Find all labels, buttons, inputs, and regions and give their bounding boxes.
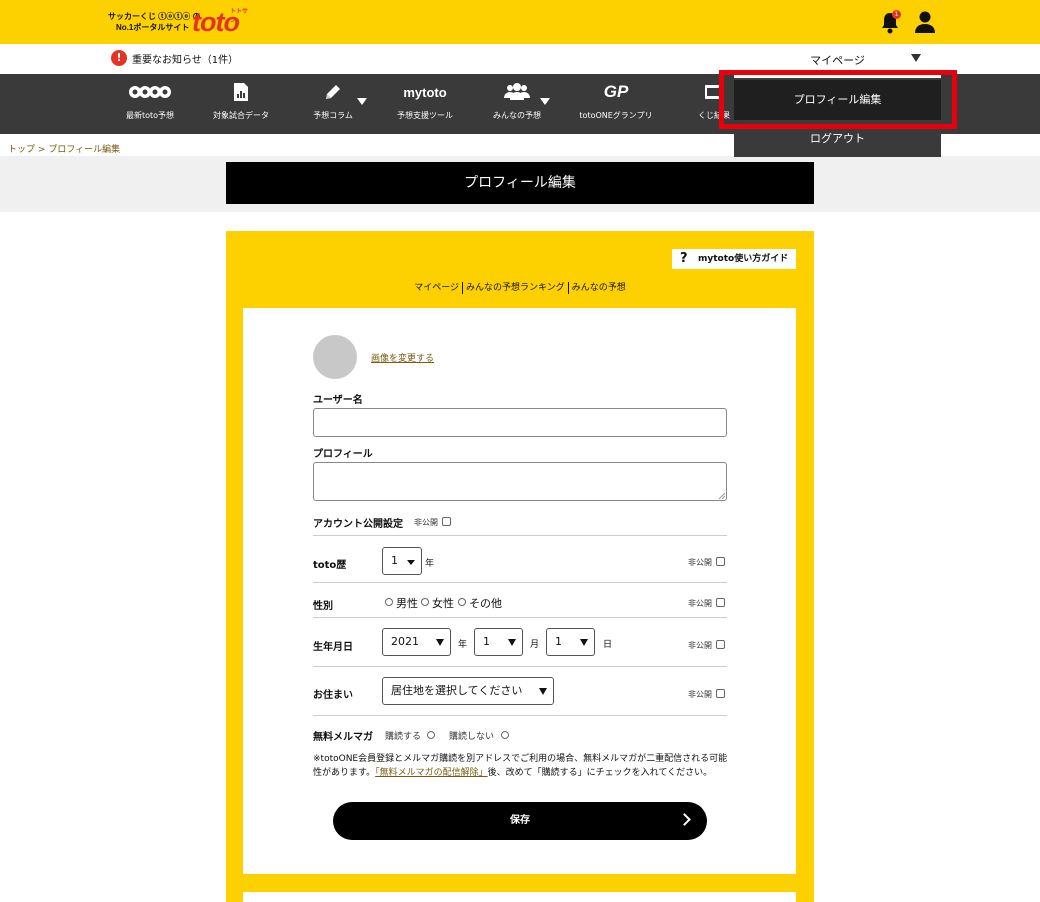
newsletter-unsubscribe-radio[interactable]: [501, 731, 509, 739]
gp-logo-icon: GP: [603, 82, 629, 101]
breadcrumb-home[interactable]: トップ: [8, 145, 35, 155]
data-sheet-icon: [208, 74, 274, 110]
unsubscribe-link[interactable]: 「無料メルマガの配信解除」: [375, 768, 488, 778]
nav-label: totoONEグランプリ: [579, 111, 653, 120]
chevron-down-icon[interactable]: [357, 98, 367, 105]
address-select[interactable]: 居住地を選択してください: [382, 677, 554, 705]
chevron-down-icon: [539, 688, 547, 695]
nav-item-match-data[interactable]: 対象試合データ: [208, 74, 274, 134]
breadcrumb-current: プロフィール編集: [48, 145, 121, 155]
nav-item-grand-prix[interactable]: GP totoONEグランプリ: [576, 74, 656, 134]
toto-history-private-checkbox[interactable]: [716, 557, 725, 566]
logo-tagline: サッカーくじ ⓣⓞⓣⓞ の: [108, 12, 201, 21]
toto-logo-icon: [118, 74, 182, 110]
gender-label: 性別: [313, 601, 333, 612]
newsletter-unsubscribe-label: 購読しない: [449, 732, 495, 742]
private-label: 非公開: [688, 641, 712, 650]
private-label: 非公開: [688, 690, 712, 699]
sub-navigation: マイページ みんなの予想ランキング みんなの予想: [226, 280, 814, 294]
day-unit: 日: [603, 640, 613, 650]
breadcrumb: トップ > プロフィール編集: [8, 142, 120, 155]
nav-label: 予想コラム: [313, 111, 353, 120]
profile-textarea[interactable]: [313, 462, 727, 501]
birth-year-select[interactable]: 2021: [382, 628, 451, 656]
private-label: 非公開: [688, 558, 712, 567]
gender-female-label: 女性: [432, 597, 454, 610]
birthday-label: 生年月日: [313, 642, 353, 653]
nav-label: みんなの予想: [493, 111, 541, 120]
month-unit: 月: [530, 640, 540, 650]
year-unit: 年: [425, 559, 435, 569]
chevron-down-icon: [911, 54, 921, 62]
username-label: ユーザー名: [313, 395, 363, 406]
newsletter-label: 無料メルマガ: [313, 732, 373, 743]
nav-label: 予想支援ツール: [397, 111, 453, 120]
gender-male-label: 男性: [396, 597, 418, 610]
chevron-down-icon: [407, 560, 415, 565]
sublink-mypage[interactable]: マイページ: [411, 283, 462, 293]
divider: [313, 617, 727, 618]
gender-male-radio[interactable]: [385, 598, 393, 606]
birth-day-select[interactable]: 1: [546, 628, 595, 656]
mytoto-guide-button[interactable]: ? mytoto使い方ガイド: [672, 249, 796, 269]
chevron-right-icon: [678, 813, 691, 826]
toto-history-select[interactable]: 1: [382, 547, 422, 575]
breadcrumb-separator: >: [37, 145, 46, 155]
sublink-everyone-predictions[interactable]: みんなの予想: [569, 283, 629, 293]
private-label: 非公開: [414, 518, 438, 527]
next-card: [243, 892, 796, 902]
sublink-ranking[interactable]: みんなの予想ランキング: [463, 283, 568, 293]
logo-tagline-sub: No.1ポータルサイト: [116, 23, 190, 32]
mytoto-logo-icon: mytoto: [403, 84, 447, 100]
chevron-down-icon[interactable]: [540, 98, 550, 105]
chevron-down-icon: [436, 639, 444, 646]
birthday-private-checkbox[interactable]: [716, 640, 725, 649]
divider: [313, 535, 727, 536]
username-input[interactable]: [313, 408, 727, 437]
chevron-down-icon: [580, 639, 588, 646]
nav-item-support-tools[interactable]: mytoto 予想支援ツール: [392, 74, 458, 134]
gender-other-radio[interactable]: [458, 598, 466, 606]
user-icon[interactable]: [913, 10, 937, 34]
private-label: 非公開: [688, 599, 712, 608]
newsletter-subscribe-label: 購読する: [385, 732, 422, 742]
account-public-label: アカウント公開設定: [313, 519, 403, 530]
save-button[interactable]: 保存: [333, 802, 707, 840]
nav-label: 最新toto予想: [125, 111, 175, 120]
gender-private-checkbox[interactable]: [716, 598, 725, 607]
alert-icon: !: [111, 50, 127, 66]
page-title: プロフィール編集: [226, 162, 814, 204]
bell-icon[interactable]: 1: [879, 10, 901, 34]
account-private-checkbox[interactable]: [442, 517, 451, 526]
divider: [313, 582, 727, 583]
address-label: お住まい: [313, 690, 353, 701]
nav-label: 対象試合データ: [213, 111, 269, 120]
gender-other-label: その他: [469, 597, 502, 610]
help-icon: ?: [680, 251, 688, 266]
nav-item-latest-toto[interactable]: 最新toto予想: [118, 74, 182, 134]
birth-month-select[interactable]: 1: [474, 628, 523, 656]
toto-history-label: toto歴: [313, 560, 347, 571]
change-image-link[interactable]: 画像を変更する: [371, 351, 434, 364]
newsletter-subscribe-radio[interactable]: [427, 731, 435, 739]
logo-kana: トトサン: [230, 8, 249, 24]
profile-label: プロフィール: [313, 449, 373, 460]
address-private-checkbox[interactable]: [716, 689, 725, 698]
notification-badge: 1: [892, 10, 901, 19]
guide-label: mytoto使い方ガイド: [698, 254, 789, 264]
gender-female-radio[interactable]: [421, 598, 429, 606]
avatar: [313, 335, 357, 379]
site-logo[interactable]: サッカーくじ ⓣⓞⓣⓞ の No.1ポータルサイト toto トトサン: [106, 8, 252, 36]
highlight-box: [719, 70, 957, 129]
year-unit: 年: [458, 640, 468, 650]
divider: [313, 715, 727, 716]
divider: [313, 666, 727, 667]
important-notice-link[interactable]: 重要なお知らせ（1件）: [132, 51, 238, 66]
chevron-down-icon: [508, 639, 516, 646]
newsletter-note: ※totoONE会員登録とメルマガ購読を別アドレスでご利用の場合、無料メルマガが…: [313, 754, 728, 778]
